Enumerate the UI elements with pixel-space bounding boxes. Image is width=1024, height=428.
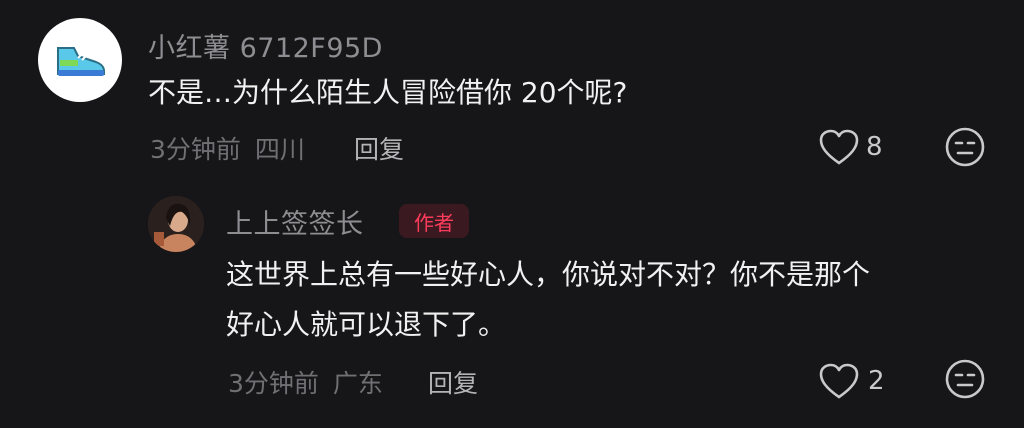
neutral-face-icon [945, 359, 985, 399]
comment-emoji-button[interactable] [944, 126, 986, 172]
reply-like-count: 2 [868, 366, 885, 396]
comment-location: 四川 [254, 135, 305, 164]
person-photo-icon [148, 196, 204, 252]
reply-meta: 3分钟前 广东 [228, 364, 383, 400]
reply-emoji-button[interactable] [944, 358, 986, 404]
reply-text-line-1: 这世界上总有一些好心人，你说对不对？你不是那个 [226, 258, 871, 291]
sneaker-icon [57, 47, 105, 76]
reply-location: 广东 [332, 369, 383, 398]
comment-username[interactable]: 小红薯 6712F95D [148, 26, 383, 65]
user-avatar[interactable] [38, 18, 122, 102]
comment-time: 3分钟前 [150, 135, 241, 164]
comment-text: 不是…为什么陌生人冒险借你 20个呢? [148, 76, 628, 109]
comment-like-count: 8 [866, 132, 883, 162]
heart-icon [819, 129, 859, 165]
reply-username[interactable]: 上上签签长 [226, 202, 364, 241]
author-avatar[interactable] [148, 196, 204, 252]
heart-icon [819, 363, 859, 399]
reply-time: 3分钟前 [228, 369, 319, 398]
comment-reply-button[interactable]: 回复 [354, 130, 404, 166]
comment-like-button[interactable] [818, 128, 860, 170]
neutral-face-icon [945, 127, 985, 167]
reply-text-line-2: 好心人就可以退下了。 [226, 308, 507, 341]
author-badge: 作者 [399, 204, 469, 238]
comment-meta: 3分钟前 四川 [150, 130, 305, 166]
reply-like-button[interactable] [818, 362, 860, 404]
reply-reply-button[interactable]: 回复 [428, 364, 478, 400]
